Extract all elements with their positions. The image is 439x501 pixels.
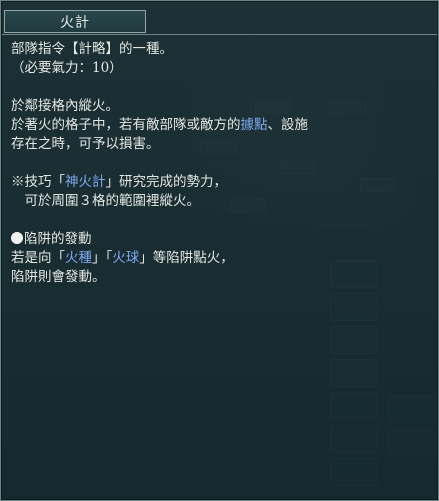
tooltip-panel: 火計 部隊指令【計略】的一種。 （必要氣力：10） 於鄰接格內縱火。 於著火的格… [0, 0, 439, 501]
trap-result-line: 陷阱則會發動。 [11, 269, 106, 285]
tooltip-title-box: 火計 [4, 10, 146, 33]
title-divider [2, 34, 437, 35]
keyword-link-divine-fire[interactable]: 神火計 [65, 174, 106, 190]
trap-heading-text: 陷阱的發動 [24, 231, 92, 247]
damage-condition-line: 於著火的格子中，若有敵部隊或敵方的據點、設施 [11, 116, 431, 135]
keyword-link-fireball[interactable]: 火球 [112, 250, 139, 266]
description-line: 部隊指令【計略】的一種。 [11, 41, 173, 57]
technique-range-line: 可於周圍３格的範圍裡縱火。 [11, 193, 200, 209]
text-fragment: 」等陷阱點火， [139, 250, 234, 266]
required-energy-line: （必要氣力：10） [11, 60, 123, 76]
effect-line: 於鄰接格內縱火。 [11, 98, 119, 114]
tooltip-body: 部隊指令【計略】的一種。 （必要氣力：10） 於鄰接格內縱火。 於著火的格子中，… [11, 40, 431, 287]
tooltip-title: 火計 [60, 14, 90, 31]
damage-result-line: 存在之時，可予以損害。 [11, 136, 160, 152]
keyword-link-fire-seed[interactable]: 火種 [65, 250, 92, 266]
keyword-link-stronghold[interactable]: 據點 [241, 117, 268, 133]
technique-note-line: ※技巧「神火計」研究完成的勢力， [11, 173, 431, 192]
text-fragment: 、設施 [267, 117, 309, 133]
text-fragment: 」「 [92, 250, 113, 266]
bullet-icon [11, 232, 23, 244]
text-fragment: 於著火的格子中，若有敵部隊或敵方的 [11, 117, 241, 133]
text-fragment: 若是向「 [11, 250, 65, 266]
trap-condition-line: 若是向「火種」「火球」等陷阱點火， [11, 249, 431, 268]
text-fragment: ※技巧「 [11, 174, 65, 190]
text-fragment: 」研究完成的勢力， [105, 174, 228, 190]
trap-heading: 陷阱的發動 [11, 230, 431, 249]
